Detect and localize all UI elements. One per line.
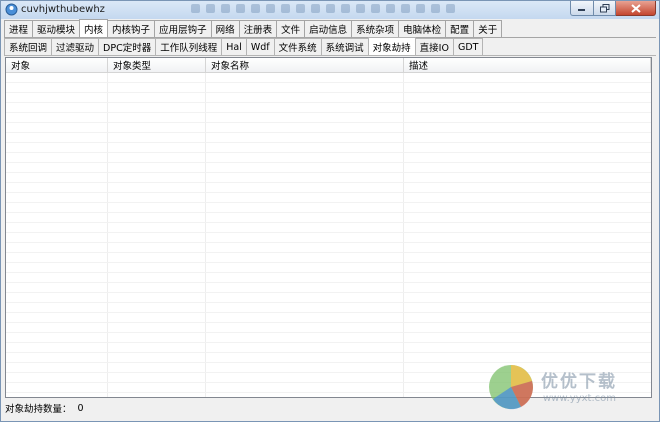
tab-system-misc[interactable]: 系统杂项 <box>351 20 400 37</box>
subtab-direct-io[interactable]: 直接IO <box>414 38 454 55</box>
sub-tab-strip-divider <box>4 55 656 56</box>
main-tab-strip: 进程 驱动模块 内核 内核钩子 应用层钩子 网络 注册表 文件 启动信息 系统杂项 电脑体检 配置 关于 <box>4 19 503 37</box>
subtab-hal[interactable]: Hal <box>221 38 247 55</box>
toolbar-glyph-icon <box>281 4 290 13</box>
tab-config[interactable]: 配置 <box>445 20 475 37</box>
col-object-type[interactable]: 对象类型 <box>108 58 206 72</box>
watermark-url: www.yyxt.com <box>543 393 617 404</box>
subtab-file-system[interactable]: 文件系统 <box>273 38 322 55</box>
sub-tab-strip: 系统回调 过滤驱动 DPC定时器 工作队列线程 Hal Wdf 文件系统 系统调试 对象劫持 直接… <box>4 37 484 55</box>
subtab-wdf[interactable]: Wdf <box>245 38 275 55</box>
window-controls <box>570 1 656 16</box>
toolbar-glyph-icon <box>326 4 335 13</box>
list-rows-area[interactable] <box>6 73 651 397</box>
watermark-text: 优优下载 <box>541 372 617 392</box>
minimize-button[interactable] <box>570 1 594 16</box>
toolbar-glyph-icon <box>296 4 305 13</box>
subtab-gdt[interactable]: GDT <box>452 38 484 55</box>
subtab-system-debug[interactable]: 系统调试 <box>320 38 369 55</box>
tab-driver-modules[interactable]: 驱动模块 <box>32 20 81 37</box>
toolbar-glyph-icon <box>206 4 215 13</box>
toolbar-glyph-icon <box>356 4 365 13</box>
app-window: cuvhjwthubewhz 进程 驱动模块 内核 内核钩子 应用层钩子 网络 … <box>0 0 660 422</box>
toolbar-glyph-icon <box>431 4 440 13</box>
tab-kernel-hooks[interactable]: 内核钩子 <box>107 20 156 37</box>
toolbar-glyph-icon <box>191 4 200 13</box>
toolbar-glyph-icon <box>446 4 455 13</box>
tab-registry[interactable]: 注册表 <box>238 20 278 37</box>
toolbar-glyph-icon <box>311 4 320 13</box>
subtab-dpc-timer[interactable]: DPC定时器 <box>98 38 157 55</box>
toolbar-glyph-icon <box>251 4 260 13</box>
tab-kernel[interactable]: 内核 <box>79 19 109 37</box>
toolbar-glyph-icon <box>341 4 350 13</box>
tab-pc-checkup[interactable]: 电脑体检 <box>398 20 447 37</box>
tab-about[interactable]: 关于 <box>473 20 503 37</box>
close-icon <box>630 3 641 13</box>
status-count: 0 <box>77 402 84 414</box>
object-hijack-list[interactable]: 对象 对象类型 对象名称 描述 <box>5 57 652 398</box>
restore-icon <box>599 3 609 12</box>
title-bar[interactable]: cuvhjwthubewhz <box>1 1 659 19</box>
subtab-filter-driver[interactable]: 过滤驱动 <box>51 38 100 55</box>
tab-startup[interactable]: 启动信息 <box>304 20 353 37</box>
toolbar-glyph-icon <box>386 4 395 13</box>
toolbar-glyph-icon <box>401 4 410 13</box>
watermark-logo-icon <box>489 365 533 410</box>
tab-process[interactable]: 进程 <box>4 20 34 37</box>
col-object-name[interactable]: 对象名称 <box>206 58 404 72</box>
col-description[interactable]: 描述 <box>404 58 651 72</box>
tab-file[interactable]: 文件 <box>276 20 306 37</box>
toolbar-glyph-icon <box>221 4 230 13</box>
maximize-button[interactable] <box>594 1 616 16</box>
window-title: cuvhjwthubewhz <box>21 4 105 15</box>
tab-app-hooks[interactable]: 应用层钩子 <box>154 20 212 37</box>
toolbar-glyph-icon <box>416 4 425 13</box>
close-button[interactable] <box>616 1 656 16</box>
tab-network[interactable]: 网络 <box>210 20 240 37</box>
col-object[interactable]: 对象 <box>6 58 108 72</box>
faded-toolbar <box>191 4 455 13</box>
subtab-work-queue[interactable]: 工作队列线程 <box>155 38 223 55</box>
toolbar-glyph-icon <box>371 4 380 13</box>
minimize-icon <box>578 9 585 11</box>
subtab-object-hijack[interactable]: 对象劫持 <box>367 37 416 55</box>
list-header: 对象 对象类型 对象名称 描述 <box>6 58 651 73</box>
status-label: 对象劫持数量： <box>5 404 72 415</box>
watermark: 优优下载 www.yyxt.com <box>485 361 655 417</box>
toolbar-glyph-icon <box>266 4 275 13</box>
toolbar-glyph-icon <box>236 4 245 13</box>
app-icon <box>5 3 18 16</box>
subtab-system-callback[interactable]: 系统回调 <box>4 38 53 55</box>
